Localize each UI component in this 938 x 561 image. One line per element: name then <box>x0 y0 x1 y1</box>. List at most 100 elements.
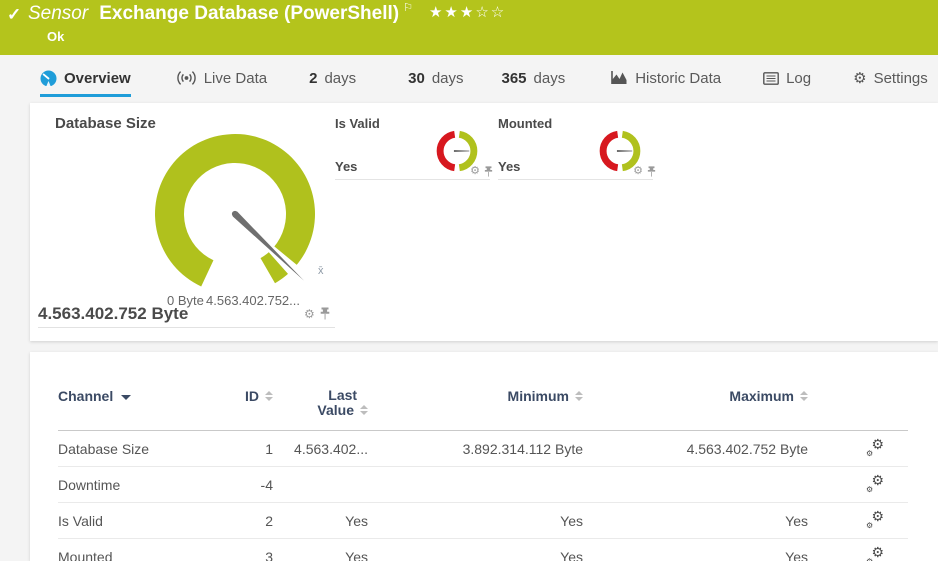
tab-historic-data[interactable]: Historic Data <box>610 55 721 97</box>
tab-live-data-label: Live Data <box>204 70 267 87</box>
tab-overview-label: Overview <box>64 70 131 87</box>
sort-icon <box>575 391 583 401</box>
tab-2-days-number: 2 <box>309 70 317 87</box>
log-list-icon <box>763 72 779 85</box>
tab-overview[interactable]: Overview <box>40 55 131 97</box>
pin-icon[interactable] <box>320 307 330 320</box>
mini-needle <box>454 150 469 152</box>
channel-gear-icon[interactable]: ⚙ <box>633 166 643 177</box>
cell-channel: Is Valid <box>58 503 213 539</box>
is-valid-gauge-block: Is Valid Yes ⚙ <box>335 113 490 180</box>
tab-2-days[interactable]: 2 days <box>309 55 356 97</box>
channel-gear-icon[interactable]: ⚙ <box>304 308 315 320</box>
tab-365-days-number: 365 <box>502 70 527 87</box>
cell-minimum <box>368 467 583 503</box>
table-row[interactable]: Downtime -4 ⚙⚙ <box>58 467 908 503</box>
cell-last-value: Yes <box>273 539 368 561</box>
tab-30-days-label: days <box>432 70 464 87</box>
page-title: Exchange Database (PowerShell) <box>99 3 399 25</box>
gauge-toolbar: ⚙ <box>470 166 493 177</box>
column-header-channel-label: Channel <box>58 388 113 404</box>
database-size-gauge <box>150 126 320 301</box>
is-valid-value: Yes <box>335 159 357 174</box>
tab-log-label: Log <box>786 70 811 87</box>
cell-channel: Downtime <box>58 467 213 503</box>
header-title-line: Sensor Exchange Database (PowerShell) ⚐ … <box>28 3 506 25</box>
mounted-gauge-block: Mounted Yes ⚙ <box>498 113 653 180</box>
prtg-sensor-page: ✓ Sensor Exchange Database (PowerShell) … <box>0 0 938 561</box>
channels-table: Channel ID LastValue Minimum Maximum Dat… <box>58 376 908 561</box>
cell-last-value: 4.563.402... <box>273 431 368 467</box>
sensor-status-header: ✓ Sensor Exchange Database (PowerShell) … <box>0 0 938 55</box>
cell-maximum: Yes <box>583 539 808 561</box>
channel-settings-icon[interactable]: ⚙⚙ <box>866 512 884 528</box>
divider <box>38 327 335 328</box>
stars-filled[interactable]: ★★★ <box>429 4 475 21</box>
mini-needle <box>617 150 632 152</box>
column-header-last-line1: Last <box>317 388 368 403</box>
sort-icon <box>800 391 808 401</box>
gear-icon: ⚙ <box>853 71 866 86</box>
tab-settings-label: Settings <box>874 70 928 87</box>
channel-gear-icon[interactable]: ⚙ <box>470 166 480 177</box>
tab-365-days[interactable]: 365 days <box>502 55 566 97</box>
column-header-last-line2: Value <box>317 402 354 418</box>
table-row[interactable]: Database Size 1 4.563.402... 3.892.314.1… <box>58 431 908 467</box>
column-header-maximum[interactable]: Maximum <box>583 376 808 431</box>
stars-empty[interactable]: ☆☆ <box>475 4 506 21</box>
sort-icon <box>360 405 368 415</box>
cell-minimum: Yes <box>368 539 583 561</box>
pin-icon[interactable] <box>647 166 656 177</box>
cell-maximum <box>583 467 808 503</box>
tab-365-days-label: days <box>534 70 566 87</box>
database-size-gauge-title: Database Size <box>55 115 156 132</box>
cell-id: 1 <box>213 431 273 467</box>
gauge-toolbar: ⚙ <box>633 166 656 177</box>
column-header-id[interactable]: ID <box>213 376 273 431</box>
cell-maximum: Yes <box>583 503 808 539</box>
sort-desc-icon <box>121 395 131 400</box>
cell-maximum: 4.563.402.752 Byte <box>583 431 808 467</box>
column-header-minimum-label: Minimum <box>508 388 569 404</box>
tab-historic-data-label: Historic Data <box>635 70 721 87</box>
column-header-id-label: ID <box>245 388 259 404</box>
channels-table-panel: Channel ID LastValue Minimum Maximum Dat… <box>30 352 938 561</box>
broadcast-icon <box>176 70 197 86</box>
tab-2-days-label: days <box>324 70 356 87</box>
tab-live-data[interactable]: Live Data <box>176 55 267 97</box>
tab-30-days[interactable]: 30 days <box>408 55 463 97</box>
gauge-max-label: 4.563.402.752... <box>180 293 300 308</box>
object-type-label: Sensor <box>28 3 88 25</box>
cell-last-value <box>273 467 368 503</box>
sort-icon <box>265 391 273 401</box>
column-header-minimum[interactable]: Minimum <box>368 376 583 431</box>
pin-icon[interactable] <box>484 166 493 177</box>
ok-check-icon: ✓ <box>7 5 21 25</box>
cell-id: -4 <box>213 467 273 503</box>
channel-settings-icon[interactable]: ⚙⚙ <box>866 476 884 492</box>
cell-minimum: 3.892.314.112 Byte <box>368 431 583 467</box>
mounted-gauge-title: Mounted <box>498 116 552 131</box>
table-header-row: Channel ID LastValue Minimum Maximum <box>58 376 908 431</box>
table-row[interactable]: Is Valid 2 Yes Yes Yes ⚙⚙ <box>58 503 908 539</box>
flag-icon[interactable]: ⚐ <box>403 1 413 14</box>
column-header-channel[interactable]: Channel <box>58 376 213 431</box>
tab-30-days-number: 30 <box>408 70 425 87</box>
cell-channel: Database Size <box>58 431 213 467</box>
is-valid-gauge-title: Is Valid <box>335 116 380 131</box>
cell-minimum: Yes <box>368 503 583 539</box>
cell-id: 2 <box>213 503 273 539</box>
gauge-icon <box>40 70 57 87</box>
priority-stars[interactable]: ★★★☆☆ <box>429 3 506 21</box>
column-header-last-value[interactable]: LastValue <box>273 376 368 431</box>
tab-settings[interactable]: ⚙ Settings <box>853 55 928 97</box>
column-header-maximum-label: Maximum <box>729 388 794 404</box>
channel-settings-icon[interactable]: ⚙⚙ <box>866 440 884 456</box>
status-badge: Ok <box>47 29 64 44</box>
mounted-value: Yes <box>498 159 520 174</box>
channel-settings-icon[interactable]: ⚙⚙ <box>866 548 884 561</box>
table-row[interactable]: Mounted 3 Yes Yes Yes ⚙⚙ <box>58 539 908 561</box>
sensor-tab-bar: Overview Live Data 2 days 30 days 365 da… <box>0 55 938 97</box>
tab-log[interactable]: Log <box>763 55 811 97</box>
database-size-value: 4.563.402.752 Byte <box>38 304 188 324</box>
